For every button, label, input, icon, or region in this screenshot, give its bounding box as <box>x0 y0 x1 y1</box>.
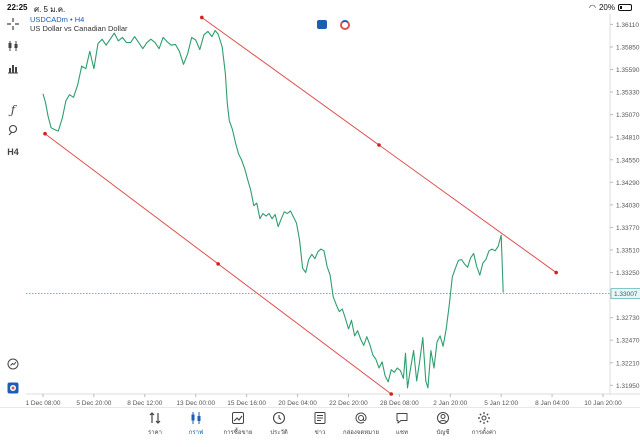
status-right: ◠ 20% <box>589 3 632 12</box>
news-icon <box>314 412 326 424</box>
y-tick-label: 1.34290 <box>616 180 640 187</box>
trade-icon <box>232 412 244 424</box>
y-tick-label: 1.35590 <box>616 67 640 74</box>
trendline-anchor-point <box>377 143 381 147</box>
nav-label: ประวัติ <box>270 430 288 436</box>
mailbox-icon <box>355 412 367 424</box>
trendline-anchor-point <box>216 262 220 266</box>
nav-quotes[interactable]: ราคา <box>134 410 176 446</box>
chart-toolbar: ƒ H4 <box>0 14 26 409</box>
account-icon <box>437 412 449 424</box>
x-tick-label: 8 Dec 12:00 <box>127 400 162 407</box>
x-tick-label: 22 Dec 20:00 <box>329 400 368 407</box>
x-tick-label: 1 Dec 08:00 <box>26 400 61 407</box>
battery-percent: 20% <box>598 3 615 12</box>
x-tick-label: 5 Dec 20:00 <box>76 400 111 407</box>
y-tick-label: 1.33510 <box>616 247 640 254</box>
timeframe-label[interactable]: H4 <box>5 144 21 160</box>
y-tick-label: 1.34550 <box>616 157 640 164</box>
x-tick-label: 8 Jan 04:00 <box>535 400 569 407</box>
price-chart[interactable]: 1.36110 1.35850 1.35590 1.35330 1.35070 1.348… <box>26 14 640 409</box>
status-time: 22:25 <box>7 3 28 12</box>
nav-label: ข่าว <box>314 430 326 436</box>
trendline-anchor-point <box>43 131 47 136</box>
y-tick-label: 1.35330 <box>616 90 640 97</box>
nav-chart[interactable]: กราฟ <box>175 410 217 446</box>
crosshair-icon[interactable] <box>5 16 21 32</box>
nav-label: การซื้อขาย <box>223 430 253 436</box>
nav-label: บัญชี <box>436 430 450 436</box>
settings-icon <box>478 412 490 424</box>
y-tick-label: 1.32730 <box>616 315 640 322</box>
x-tick-label: 13 Dec 00:00 <box>176 400 215 407</box>
x-tick-label: 15 Dec 16:00 <box>227 400 266 407</box>
chart-area[interactable]: 1.36110 1.35850 1.35590 1.35330 1.35070 1.348… <box>26 14 640 409</box>
nav-mailbox[interactable]: กล่องจดหมาย <box>340 410 382 446</box>
price-line-series <box>42 29 504 389</box>
nav-label: ราคา <box>148 430 162 436</box>
nav-account[interactable]: บัญชี <box>422 410 464 446</box>
refresh-icon[interactable] <box>340 20 350 30</box>
y-tick-label: 1.34030 <box>616 202 640 209</box>
trendline-anchor-point <box>554 270 558 275</box>
indicators-icon[interactable] <box>5 60 21 76</box>
nav-label: แชท <box>396 430 408 436</box>
x-tick-label: 5 Jan 12:00 <box>484 400 518 407</box>
alert-icon[interactable] <box>5 356 21 372</box>
quotes-icon <box>149 412 161 424</box>
y-tick-label: 1.31950 <box>616 383 640 390</box>
trendline-anchor-point <box>200 15 204 20</box>
y-tick-label: 1.32470 <box>616 338 640 345</box>
nav-label: การตั้งค่า <box>471 430 497 436</box>
wifi-icon: ◠ <box>589 3 596 12</box>
battery-icon <box>618 4 632 11</box>
one-click-trading-icon[interactable] <box>317 20 327 29</box>
x-tick-label: 10 Jan 20:00 <box>584 400 622 407</box>
chart-symbol: USDCADm • H4 <box>30 15 85 24</box>
candlestick-type-icon[interactable] <box>5 38 21 54</box>
y-tick-label: 1.34810 <box>616 135 640 142</box>
app-logo-icon[interactable] <box>5 380 21 396</box>
x-tick-label: 2 Jan 20:00 <box>433 400 467 407</box>
chart-description: US Dollar vs Canadian Dollar <box>30 24 128 33</box>
battery-fill <box>620 6 622 9</box>
current-price-label: 1.33007 <box>614 291 638 298</box>
x-tick-label: 28 Dec 08:00 <box>380 400 419 407</box>
history-icon <box>272 411 286 425</box>
nav-label: กล่องจดหมาย <box>342 430 380 436</box>
function-icon[interactable]: ƒ <box>5 102 21 118</box>
objects-icon[interactable] <box>5 122 21 138</box>
nav-history[interactable]: ประวัติ <box>258 410 300 446</box>
x-tick-label: 20 Dec 04:00 <box>278 400 317 407</box>
y-tick-label: 1.32210 <box>616 360 640 367</box>
nav-news[interactable]: ข่าว <box>299 410 341 446</box>
nav-trade[interactable]: การซื้อขาย <box>217 410 259 446</box>
nav-settings[interactable]: การตั้งค่า <box>463 410 505 446</box>
trendline-anchor-point <box>389 392 394 396</box>
nav-label: กราฟ <box>188 430 204 436</box>
status-bar: 22:25 ศ. 5 ม.ค. ◠ 20% <box>0 0 640 14</box>
y-tick-label: 1.36110 <box>616 22 639 29</box>
y-tick-label: 1.33250 <box>616 270 640 277</box>
y-tick-label: 1.33770 <box>616 225 640 232</box>
bottom-nav: ราคา กราฟ การซื้อขาย ประวัติ ข่าว กล่องจ… <box>0 407 640 447</box>
y-tick-label: 1.35850 <box>616 44 640 51</box>
chart-icon <box>191 412 201 424</box>
nav-chat[interactable]: แชท <box>381 410 423 446</box>
y-tick-label: 1.35070 <box>616 112 640 119</box>
chat-icon <box>396 413 408 424</box>
